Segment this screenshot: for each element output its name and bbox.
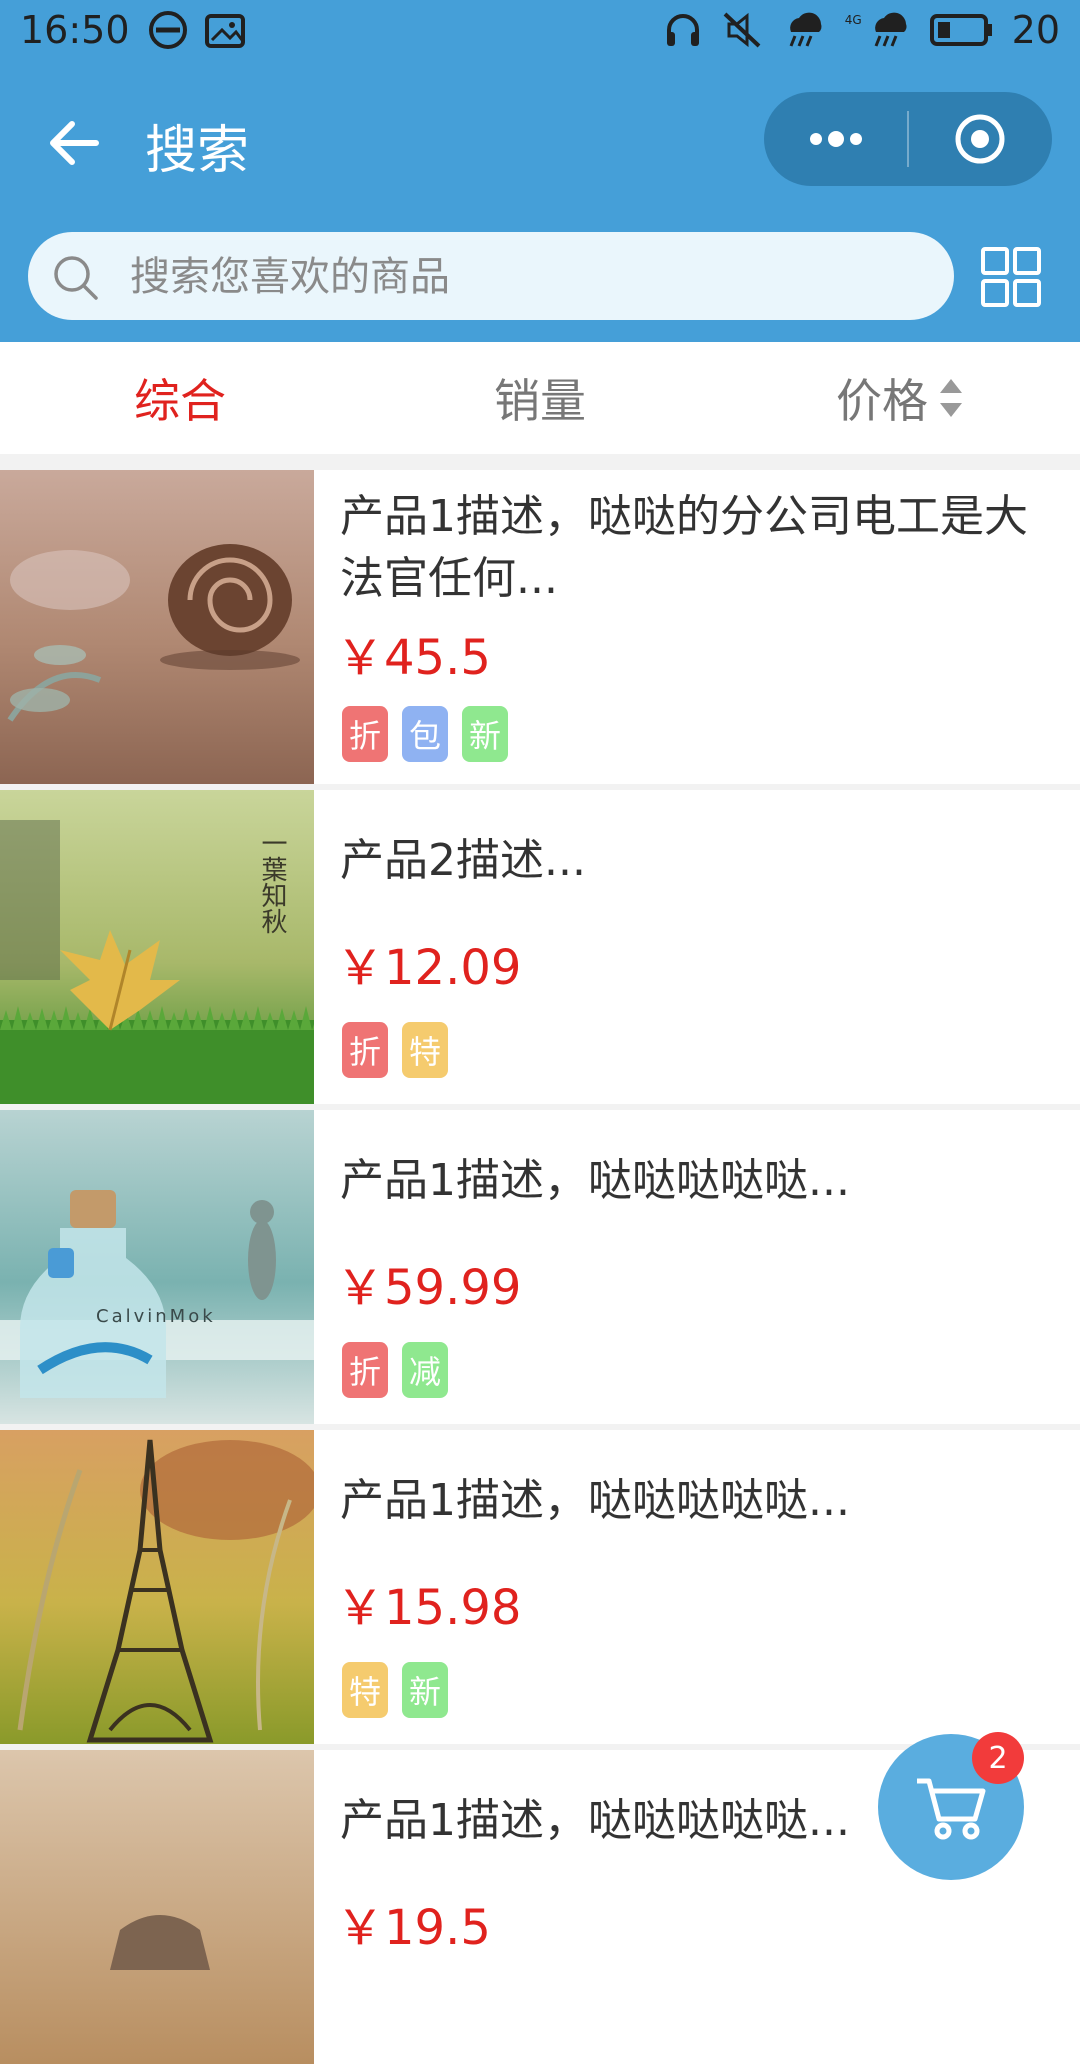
rain-icon xyxy=(874,12,907,47)
tag-new: 新 xyxy=(402,1662,448,1718)
gallery-icon xyxy=(205,14,245,48)
eiffel-tower-photo-icon xyxy=(0,1430,314,1744)
list-item[interactable]: CalvinMok 产品1描述，哒哒哒哒哒... ￥59.99 折 减 xyxy=(0,1110,1080,1424)
tag-discount: 折 xyxy=(342,1342,388,1398)
list-item[interactable]: 产品1描述，哒哒的分公司电工是大法官任何... ￥45.5 折 包 新 xyxy=(0,470,1080,784)
product-image: 一葉知秋 xyxy=(0,790,314,1104)
more-dots-icon xyxy=(809,131,862,147)
mute-icon xyxy=(723,12,761,48)
battery-text: 20 xyxy=(1011,8,1060,52)
mini-program-capsule xyxy=(764,92,1052,186)
tab-sales[interactable]: 销量 xyxy=(360,342,720,454)
product-price: ￥15.98 xyxy=(336,1580,522,1636)
product-price: ￥59.99 xyxy=(336,1260,522,1316)
image-text: CalvinMok xyxy=(96,1306,216,1327)
grid-view-icon[interactable] xyxy=(980,246,1042,308)
tab-label: 综合 xyxy=(134,374,226,428)
tag-new: 新 xyxy=(462,706,508,762)
status-right-icons: 4G 20 xyxy=(663,8,1060,52)
sort-arrows-icon xyxy=(938,377,964,419)
product-image xyxy=(0,1750,314,2064)
status-bar: 16:50 4G 20 xyxy=(0,0,1080,70)
shopping-cart-icon xyxy=(917,1778,986,1840)
page-title: 搜索 xyxy=(145,121,250,181)
target-close-icon xyxy=(955,114,1005,164)
back-arrow-icon xyxy=(50,121,99,165)
close-button[interactable] xyxy=(909,92,1052,186)
tag-discount: 折 xyxy=(342,706,388,762)
tag-special: 特 xyxy=(342,1662,388,1718)
nav-bar: 搜索 xyxy=(0,70,1080,220)
desert-photo-icon xyxy=(0,1750,314,2064)
product-description: 产品1描述，哒哒的分公司电工是大法官任何... xyxy=(340,491,1028,604)
tab-label: 销量 xyxy=(494,374,586,428)
tab-price[interactable]: 价格 xyxy=(720,342,1080,454)
list-item[interactable]: 一葉知秋 产品2描述... ￥12.09 折 特 xyxy=(0,790,1080,1104)
search-icon xyxy=(54,256,98,300)
product-tags: 折 特 xyxy=(342,1022,448,1078)
search-input[interactable] xyxy=(128,232,932,322)
more-button[interactable] xyxy=(764,92,907,186)
product-price: ￥45.5 xyxy=(336,630,491,686)
message-bottle-photo-icon: CalvinMok xyxy=(0,1110,314,1424)
product-description: 产品2描述... xyxy=(340,835,586,886)
product-tags: 特 新 xyxy=(342,1662,448,1718)
snail-shell-photo-icon xyxy=(0,470,314,784)
headset-icon xyxy=(666,14,699,46)
status-left-icons xyxy=(148,10,246,50)
rain-icon xyxy=(789,12,822,47)
product-tags: 折 减 xyxy=(342,1342,448,1398)
back-button[interactable] xyxy=(40,108,110,178)
status-time: 16:50 xyxy=(20,8,130,52)
product-image xyxy=(0,1430,314,1744)
autumn-leaf-photo-icon: 一葉知秋 xyxy=(0,790,314,1104)
tag-discount: 折 xyxy=(342,1022,388,1078)
product-image xyxy=(0,470,314,784)
search-box[interactable] xyxy=(28,232,954,322)
tab-comprehensive[interactable]: 综合 xyxy=(0,342,360,454)
battery-icon xyxy=(929,14,992,46)
network-label: 4G xyxy=(844,13,862,27)
list-item[interactable]: 产品1描述，哒哒哒哒哒... ￥15.98 特 新 xyxy=(0,1430,1080,1744)
image-text: 一葉知秋 xyxy=(257,830,287,934)
product-description: 产品1描述，哒哒哒哒哒... xyxy=(340,1155,850,1206)
product-price: ￥19.5 xyxy=(336,1900,491,1956)
app-notification-icon xyxy=(149,11,187,49)
tag-free-shipping: 包 xyxy=(402,706,448,762)
product-price: ￥12.09 xyxy=(336,940,522,996)
sort-tabs: 综合 销量 价格 xyxy=(0,342,1080,454)
tab-label: 价格 xyxy=(836,374,928,428)
tag-special: 特 xyxy=(402,1022,448,1078)
cart-count-badge: 2 xyxy=(972,1732,1024,1784)
product-description: 产品1描述，哒哒哒哒哒... xyxy=(340,1475,850,1526)
tag-reduce: 减 xyxy=(402,1342,448,1398)
product-image: CalvinMok xyxy=(0,1110,314,1424)
product-tags: 折 包 新 xyxy=(342,706,508,762)
search-row xyxy=(0,220,1080,342)
